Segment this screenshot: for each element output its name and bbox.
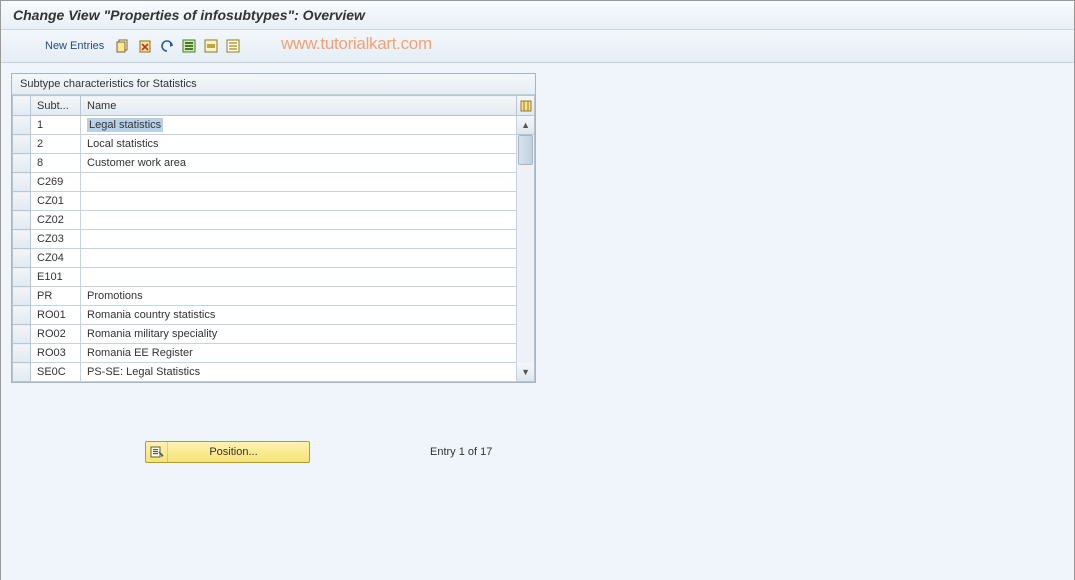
new-entries-button[interactable]: New Entries	[45, 40, 110, 52]
cell-subt[interactable]: RO02	[31, 325, 81, 344]
data-grid[interactable]: Subt... Name 1Legal statistics2Local sta…	[12, 95, 517, 382]
table-row[interactable]: CZ01	[13, 192, 517, 211]
column-header-name[interactable]: Name	[81, 96, 517, 116]
table-row[interactable]: CZ02	[13, 211, 517, 230]
table-row[interactable]: C269	[13, 173, 517, 192]
select-block-icon[interactable]	[202, 37, 220, 55]
row-selector[interactable]	[13, 344, 31, 363]
cell-name[interactable]	[81, 173, 517, 192]
row-selector[interactable]	[13, 211, 31, 230]
cell-subt[interactable]: CZ02	[31, 211, 81, 230]
table-row[interactable]: 8Customer work area	[13, 154, 517, 173]
row-selector[interactable]	[13, 192, 31, 211]
configure-columns-icon[interactable]	[517, 95, 535, 116]
cell-subt[interactable]: RO03	[31, 344, 81, 363]
column-header-subt[interactable]: Subt...	[31, 96, 81, 116]
cell-name[interactable]	[81, 230, 517, 249]
delete-icon[interactable]	[136, 37, 154, 55]
cell-subt[interactable]: 8	[31, 154, 81, 173]
deselect-all-icon[interactable]	[224, 37, 242, 55]
cell-name[interactable]: Romania military speciality	[81, 325, 517, 344]
table-row[interactable]: SE0CPS-SE: Legal Statistics	[13, 363, 517, 382]
table-panel: Subtype characteristics for Statistics S…	[11, 73, 536, 383]
row-selector[interactable]	[13, 306, 31, 325]
table-row[interactable]: RO01Romania country statistics	[13, 306, 517, 325]
footer-row: Position... Entry 1 of 17	[11, 441, 1064, 463]
cell-name[interactable]: Legal statistics	[81, 116, 517, 135]
cell-subt[interactable]: SE0C	[31, 363, 81, 382]
table-row[interactable]: E101	[13, 268, 517, 287]
column-header-select[interactable]	[13, 96, 31, 116]
row-selector[interactable]	[13, 325, 31, 344]
cell-subt[interactable]: C269	[31, 173, 81, 192]
row-selector[interactable]	[13, 268, 31, 287]
toolbar: New Entries www.tutorialkart.com	[1, 30, 1074, 63]
row-selector[interactable]	[13, 249, 31, 268]
watermark-text: www.tutorialkart.com	[281, 34, 432, 54]
panel-title: Subtype characteristics for Statistics	[12, 74, 535, 95]
cell-name[interactable]: Romania country statistics	[81, 306, 517, 325]
position-button[interactable]: Position...	[145, 441, 310, 463]
cell-name[interactable]: Romania EE Register	[81, 344, 517, 363]
select-all-icon[interactable]	[180, 37, 198, 55]
undo-icon[interactable]	[158, 37, 176, 55]
cell-name[interactable]: Customer work area	[81, 154, 517, 173]
cell-name[interactable]: Promotions	[81, 287, 517, 306]
cell-name[interactable]	[81, 268, 517, 287]
cell-name[interactable]	[81, 192, 517, 211]
vertical-scrollbar[interactable]: ▲ ▼	[517, 95, 535, 382]
entry-counter: Entry 1 of 17	[430, 446, 492, 458]
window-title: Change View "Properties of infosubtypes"…	[1, 1, 1074, 30]
cell-subt[interactable]: 2	[31, 135, 81, 154]
table-row[interactable]: PRPromotions	[13, 287, 517, 306]
scroll-down-icon[interactable]: ▼	[517, 363, 535, 382]
table-row[interactable]: 1Legal statistics	[13, 116, 517, 135]
table-row[interactable]: RO03Romania EE Register	[13, 344, 517, 363]
row-selector[interactable]	[13, 154, 31, 173]
scroll-track[interactable]	[517, 135, 535, 363]
table-row[interactable]: CZ03	[13, 230, 517, 249]
cell-subt[interactable]: RO01	[31, 306, 81, 325]
cell-name[interactable]	[81, 249, 517, 268]
position-icon	[146, 442, 168, 462]
cell-subt[interactable]: E101	[31, 268, 81, 287]
cell-subt[interactable]: 1	[31, 116, 81, 135]
scroll-up-icon[interactable]: ▲	[517, 116, 535, 135]
row-selector[interactable]	[13, 287, 31, 306]
table-row[interactable]: CZ04	[13, 249, 517, 268]
cell-name[interactable]: PS-SE: Legal Statistics	[81, 363, 517, 382]
scroll-thumb[interactable]	[518, 135, 533, 165]
table-row[interactable]: 2Local statistics	[13, 135, 517, 154]
cell-subt[interactable]: PR	[31, 287, 81, 306]
content-area: Subtype characteristics for Statistics S…	[1, 63, 1074, 580]
row-selector[interactable]	[13, 230, 31, 249]
row-selector[interactable]	[13, 116, 31, 135]
table-row[interactable]: RO02Romania military speciality	[13, 325, 517, 344]
row-selector[interactable]	[13, 363, 31, 382]
cell-name[interactable]	[81, 211, 517, 230]
position-button-label: Position...	[168, 446, 309, 458]
copy-icon[interactable]	[114, 37, 132, 55]
cell-subt[interactable]: CZ01	[31, 192, 81, 211]
row-selector[interactable]	[13, 135, 31, 154]
row-selector[interactable]	[13, 173, 31, 192]
cell-name[interactable]: Local statistics	[81, 135, 517, 154]
cell-subt[interactable]: CZ03	[31, 230, 81, 249]
cell-subt[interactable]: CZ04	[31, 249, 81, 268]
